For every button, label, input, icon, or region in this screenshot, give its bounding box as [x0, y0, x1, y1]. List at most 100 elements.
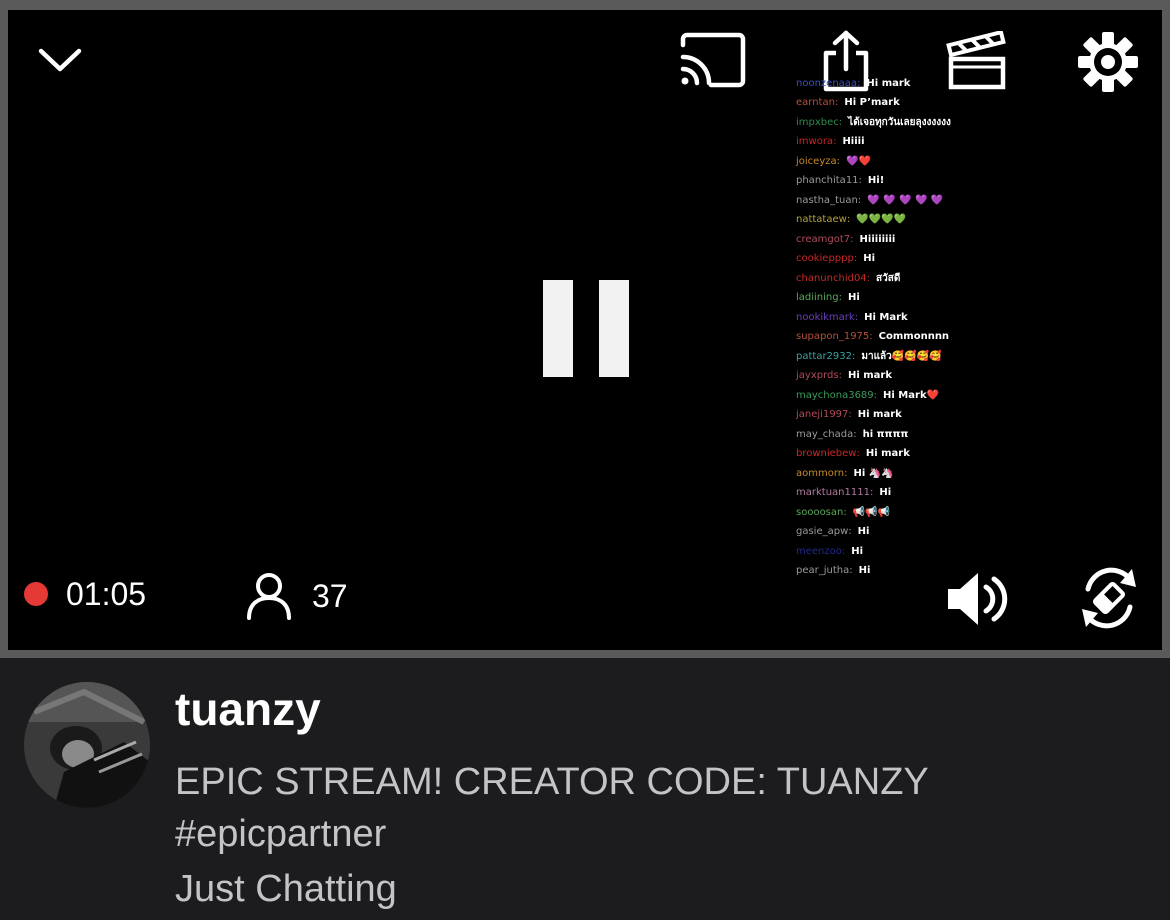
chat-text: 💜 💜 💜 💜 💜: [867, 194, 944, 206]
minimize-button[interactable]: [34, 38, 86, 82]
chat-separator: :: [848, 409, 852, 421]
chat-text: Hi Mark: [864, 311, 908, 323]
chat-text: hi ππππ: [862, 428, 909, 440]
chat-username: browniebew: [796, 448, 857, 460]
chat-separator: :: [853, 253, 858, 265]
stream-category[interactable]: Just Chatting: [175, 868, 397, 911]
elapsed-time: 01:05: [66, 575, 147, 612]
chat-text: Hi P’mark: [844, 97, 900, 109]
pause-button[interactable]: [543, 280, 629, 377]
chat-username: pear_jutha: [796, 565, 850, 577]
chat-message: aommorn: Hi 🦄🦄: [796, 464, 1156, 484]
chat-separator: :: [850, 233, 854, 245]
chat-text: 💚💚💚💚: [856, 214, 907, 226]
chat-message: marktuan1111: Hi: [796, 484, 1156, 504]
chat-text: Hi: [848, 292, 860, 304]
chat-message: noonzenaaa: Hi mark: [796, 74, 1156, 94]
chat-separator: :: [846, 214, 851, 226]
chat-message: impxbec: ได้เจอทุกวันเลยลุงงงงงง: [796, 113, 1156, 133]
chat-username: jayxprds: [796, 370, 839, 382]
chat-text: Hi: [863, 253, 876, 265]
chat-message: nattataew: 💚💚💚💚: [796, 211, 1156, 231]
chat-separator: :: [869, 487, 874, 499]
chat-separator: :: [848, 526, 852, 538]
cast-button[interactable]: [676, 30, 748, 90]
stream-title: EPIC STREAM! CREATOR CODE: TUANZY #epicp…: [175, 761, 929, 855]
chat-text: สวัสดี: [876, 272, 901, 284]
chat-username: nookikmark: [796, 311, 855, 323]
chat-text: มาแล้ว🥰🥰🥰🥰: [861, 350, 942, 362]
chat-username: may_chada: [796, 428, 854, 440]
chat-separator: :: [849, 565, 853, 577]
chat-message: nastha_tuan: 💜 💜 💜 💜 💜: [796, 191, 1156, 211]
chat-message: cookiepppp: Hi: [796, 250, 1156, 270]
avatar-photo: [24, 682, 150, 808]
pause-icon: [543, 280, 573, 377]
chat-username: cookiepppp: [796, 253, 854, 265]
live-dot-icon: [24, 582, 48, 606]
chat-separator: :: [841, 545, 846, 557]
rotate-icon: [1082, 567, 1136, 629]
chat-username: imwora: [796, 136, 834, 148]
chat-separator: :: [856, 448, 860, 460]
chat-message: browniebew: Hi mark: [796, 445, 1156, 465]
chat-message: maychona3689: Hi Mark❤️: [796, 386, 1156, 406]
chat-separator: :: [857, 194, 862, 206]
chat-separator: :: [836, 155, 840, 167]
chat-text: Hi: [851, 545, 864, 557]
chat-username: phanchita11: [796, 175, 859, 187]
volume-button[interactable]: [942, 568, 1012, 630]
chat-username: earntan: [796, 97, 835, 109]
pause-icon-bar: [599, 280, 629, 377]
chat-message: gasie_apw: Hi: [796, 523, 1156, 543]
chat-message: janeji1997: Hi mark: [796, 406, 1156, 426]
chat-separator: :: [858, 175, 862, 187]
chat-text: Hiiii: [842, 136, 865, 148]
chat-separator: :: [833, 136, 837, 148]
chat-text: Hi mark: [847, 370, 892, 382]
chat-separator: :: [838, 116, 843, 128]
person-icon: [247, 573, 291, 620]
chat-username: janeji1997: [796, 409, 849, 421]
chat-overlay: noonzenaaa: Hi mark earntan: Hi P’mark impxb…: [796, 74, 1156, 581]
chat-text: Hi mark: [865, 448, 910, 460]
chat-text: Hi: [857, 526, 870, 538]
chat-text: Hiiiiiiii: [859, 233, 896, 245]
chat-message: nookikmark: Hi Mark: [796, 308, 1156, 328]
chat-separator: :: [852, 350, 856, 362]
chat-text: Hi 🦄🦄: [853, 467, 894, 479]
chat-text: Commonnnn: [878, 331, 950, 343]
chat-separator: :: [854, 311, 859, 323]
chat-separator: :: [857, 77, 861, 89]
chat-username: soooosan: [796, 506, 844, 518]
video-player[interactable]: noonzenaaa: Hi mark earntan: Hi P’mark impxb…: [8, 10, 1162, 650]
chat-username: aommorn: [796, 467, 845, 479]
volume-icon: [948, 573, 1008, 625]
chat-message: supapon_1975: Commonnnn: [796, 328, 1156, 348]
chat-separator: :: [838, 370, 842, 382]
chat-separator: :: [834, 97, 839, 109]
chat-message: phanchita11: Hi!: [796, 172, 1156, 192]
chat-username: gasie_apw: [796, 526, 849, 538]
chat-message: creamgot7: Hiiiiiiii: [796, 230, 1156, 250]
rotate-button[interactable]: [1076, 562, 1142, 634]
live-indicator: 01:05: [24, 576, 146, 612]
chat-message: pattar2932: มาแล้ว🥰🥰🥰🥰: [796, 347, 1156, 367]
channel-username[interactable]: tuanzy: [175, 682, 321, 736]
chat-text: Hi!: [867, 175, 885, 187]
chat-separator: :: [838, 292, 842, 304]
chat-username: nattataew: [796, 214, 847, 226]
player-frame: noonzenaaa: Hi mark earntan: Hi P’mark impxb…: [0, 0, 1170, 658]
chat-username: chanunchid04: [796, 272, 867, 284]
chat-username: joiceyza: [796, 155, 837, 167]
chat-message: meenzoo: Hi: [796, 542, 1156, 562]
chat-message: chanunchid04: สวัสดี: [796, 269, 1156, 289]
chat-text: Hi mark: [857, 409, 902, 421]
chat-message: imwora: Hiiii: [796, 133, 1156, 153]
chat-username: supapon_1975: [796, 331, 870, 343]
chat-username: impxbec: [796, 116, 839, 128]
avatar[interactable]: [24, 682, 150, 808]
stream-info: tuanzy EPIC STREAM! CREATOR CODE: TUANZY…: [0, 658, 1170, 920]
chat-text: Hi: [879, 487, 892, 499]
chat-text: Hi Mark❤️: [883, 389, 940, 401]
